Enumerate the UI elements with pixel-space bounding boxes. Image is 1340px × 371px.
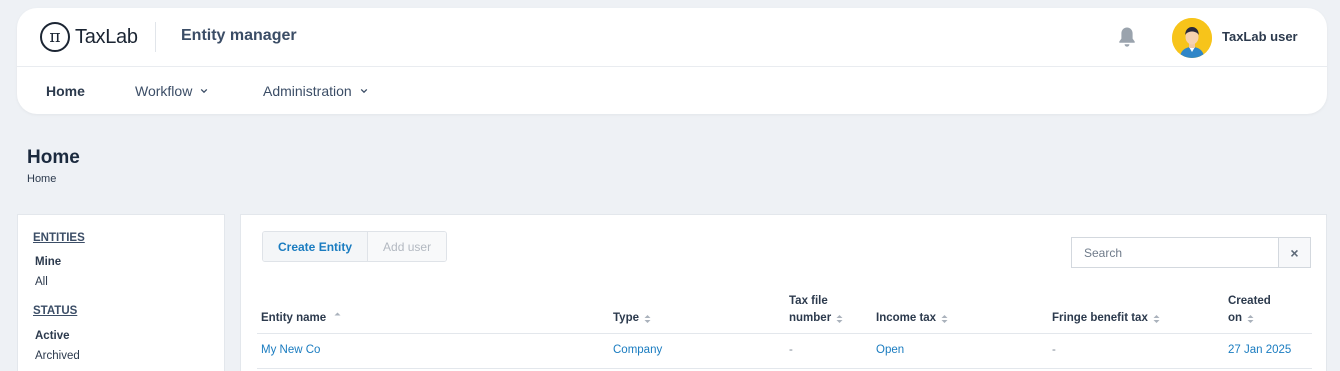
filter-mine[interactable]: Mine xyxy=(35,256,61,268)
sort-ascending-icon xyxy=(334,312,341,316)
logo-text: TaxLab xyxy=(75,25,138,48)
sort-icon xyxy=(836,315,843,323)
column-header-label: Type xyxy=(613,312,639,324)
column-header-created-on[interactable]: Created on xyxy=(1228,293,1271,327)
create-entity-button[interactable]: Create Entity xyxy=(263,232,369,261)
cell-tax-file-number: - xyxy=(789,344,793,356)
filter-sidebar: ENTITIES Mine All STATUS Active Archived xyxy=(17,214,225,371)
sort-icon xyxy=(644,315,651,323)
nav-home[interactable]: Home xyxy=(46,83,85,99)
chevron-down-icon xyxy=(201,88,208,94)
add-user-button[interactable]: Add user xyxy=(368,232,447,261)
column-header-label-line2: on xyxy=(1228,310,1254,327)
search-input[interactable] xyxy=(1071,237,1279,268)
column-header-label-line1: Created xyxy=(1228,295,1271,307)
sort-icon xyxy=(1247,315,1254,323)
top-bar: π TaxLab Entity manager TaxLab user xyxy=(17,8,1327,67)
close-icon: × xyxy=(1290,244,1299,261)
column-header-label-line2: number xyxy=(789,310,843,327)
column-header-label: Fringe benefit tax xyxy=(1052,312,1148,324)
cell-entity-name-link[interactable]: My New Co xyxy=(261,344,320,356)
cell-created-on-link[interactable]: 27 Jan 2025 xyxy=(1228,344,1291,356)
filter-all[interactable]: All xyxy=(35,276,48,288)
user-avatar[interactable] xyxy=(1172,18,1212,58)
chevron-down-icon xyxy=(360,88,367,94)
pi-logo-icon: π xyxy=(40,22,70,52)
cell-income-tax-link[interactable]: Open xyxy=(876,344,904,356)
nav-administration[interactable]: Administration xyxy=(263,83,368,99)
entities-heading[interactable]: ENTITIES xyxy=(33,232,85,244)
column-header-tax-file-number[interactable]: Tax file number xyxy=(789,293,843,327)
header-divider xyxy=(155,22,156,52)
sort-icon xyxy=(1153,315,1160,323)
nav-workflow[interactable]: Workflow xyxy=(135,83,208,99)
table-header-divider xyxy=(257,333,1312,334)
main-nav: Home Workflow Administration xyxy=(17,67,1327,114)
column-header-label: on xyxy=(1228,312,1243,324)
column-header-label-line1: Tax file xyxy=(789,295,828,307)
user-name[interactable]: TaxLab user xyxy=(1222,29,1298,44)
filter-archived[interactable]: Archived xyxy=(35,350,80,362)
action-buttons: Create Entity Add user xyxy=(262,231,448,262)
taxlab-logo[interactable]: π TaxLab xyxy=(40,22,138,52)
nav-home-label: Home xyxy=(46,83,85,99)
clear-search-button[interactable]: × xyxy=(1278,237,1311,268)
cell-type-link[interactable]: Company xyxy=(613,344,662,356)
nav-workflow-label: Workflow xyxy=(135,83,193,99)
app-title: Entity manager xyxy=(181,27,297,44)
column-header-label: Entity name xyxy=(261,312,327,324)
column-header-label: Income tax xyxy=(876,312,937,324)
filter-active[interactable]: Active xyxy=(35,330,70,342)
table-row-divider xyxy=(257,368,1312,369)
sort-icon xyxy=(941,315,948,323)
column-header-label: number xyxy=(789,312,832,324)
app-header: π TaxLab Entity manager TaxLab user Home xyxy=(17,8,1327,114)
column-header-income-tax[interactable]: Income tax xyxy=(876,310,948,327)
avatar-illustration-icon xyxy=(1172,18,1212,58)
nav-administration-label: Administration xyxy=(263,83,352,99)
column-header-type[interactable]: Type xyxy=(613,310,651,327)
entities-panel: Create Entity Add user × Entity name Typ… xyxy=(240,214,1327,371)
status-heading[interactable]: STATUS xyxy=(33,305,77,317)
breadcrumb[interactable]: Home xyxy=(27,173,56,185)
page-title: Home xyxy=(27,147,80,168)
column-header-fringe-benefit-tax[interactable]: Fringe benefit tax xyxy=(1052,310,1160,327)
column-header-entity-name[interactable]: Entity name xyxy=(261,310,341,327)
cell-fringe-benefit-tax: - xyxy=(1052,344,1056,356)
bell-icon[interactable] xyxy=(1117,26,1137,48)
